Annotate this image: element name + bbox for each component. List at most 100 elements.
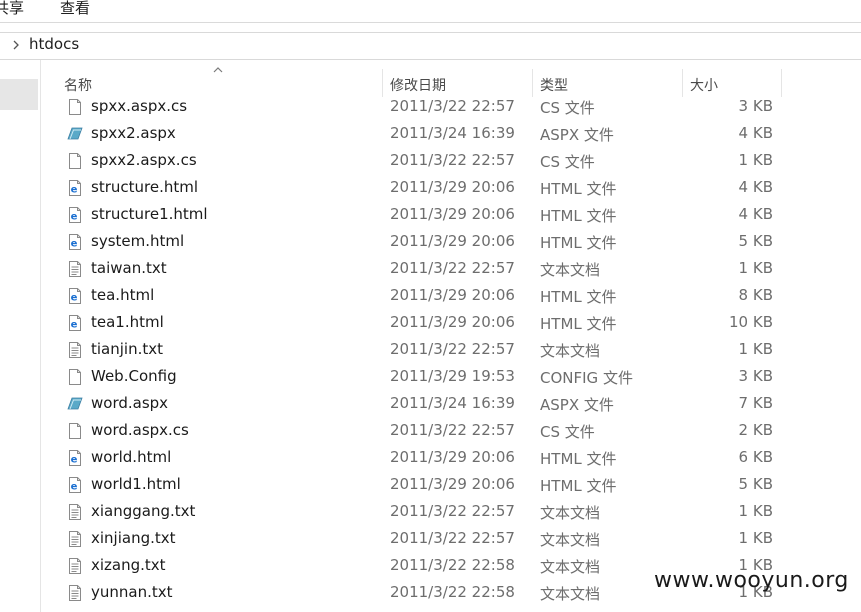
file-icon — [69, 99, 81, 115]
file-modified-date: 2011/3/29 20:06 — [390, 286, 515, 304]
file-size: 6 KB — [738, 448, 773, 466]
file-type: 文本文档 — [540, 558, 601, 576]
file-modified-date: 2011/3/29 20:06 — [390, 178, 515, 196]
html-file-icon: e — [69, 180, 81, 196]
nav-selected-item[interactable] — [0, 79, 38, 110]
column-date-header[interactable]: 修改日期 — [383, 69, 532, 97]
ribbon-tabs: 共享 查看 — [0, 0, 861, 22]
file-type: HTML 文件 — [540, 180, 617, 198]
text-file-icon — [69, 504, 81, 520]
file-size: 2 KB — [738, 421, 773, 439]
navigation-pane[interactable] — [0, 60, 41, 612]
file-modified-date: 2011/3/24 16:39 — [390, 394, 515, 412]
svg-text:e: e — [71, 185, 78, 196]
file-type: 文本文档 — [540, 531, 601, 549]
file-row[interactable]: spxx2.aspx 2011/3/24 16:39 ASPX 文件 4 KB — [40, 121, 861, 148]
html-file-icon: e — [69, 234, 81, 250]
column-name-header[interactable]: 名称 — [40, 67, 382, 97]
file-row[interactable]: spxx2.aspx.cs 2011/3/22 22:57 CS 文件 1 KB — [40, 148, 861, 175]
file-row[interactable]: e structure1.html 2011/3/29 20:06 HTML 文件 4 … — [40, 202, 861, 229]
file-size: 7 KB — [738, 394, 773, 412]
svg-text:e: e — [71, 212, 78, 223]
file-row[interactable]: word.aspx 2011/3/24 16:39 ASPX 文件 7 KB — [40, 391, 861, 418]
file-name: yunnan.txt — [91, 583, 173, 601]
svg-text:e: e — [71, 320, 78, 331]
file-name: system.html — [91, 232, 185, 250]
file-row[interactable]: e tea.html 2011/3/29 20:06 HTML 文件 8 KB — [40, 283, 861, 310]
text-file-icon — [69, 585, 81, 601]
file-row[interactable]: xinjiang.txt 2011/3/22 22:57 文本文档 1 KB — [40, 526, 861, 553]
svg-text:e: e — [71, 293, 78, 304]
file-type: HTML 文件 — [540, 288, 617, 306]
aspx-file-icon — [67, 397, 83, 410]
ribbon-tab-view[interactable]: 查看 — [60, 0, 90, 18]
file-name: world.html — [91, 448, 172, 466]
file-type: 文本文档 — [540, 504, 601, 522]
file-modified-date: 2011/3/29 20:06 — [390, 232, 515, 250]
file-type: CS 文件 — [540, 423, 595, 441]
file-row[interactable]: e tea1.html 2011/3/29 20:06 HTML 文件 10 KB — [40, 310, 861, 337]
file-modified-date: 2011/3/22 22:57 — [390, 421, 515, 439]
file-size: 5 KB — [738, 232, 773, 250]
file-modified-date: 2011/3/24 16:39 — [390, 124, 515, 142]
file-modified-date: 2011/3/29 20:06 — [390, 313, 515, 331]
file-type: ASPX 文件 — [540, 126, 614, 144]
file-size: 3 KB — [738, 97, 773, 115]
file-name: Web.Config — [91, 367, 177, 385]
file-modified-date: 2011/3/29 20:06 — [390, 205, 515, 223]
file-name: spxx2.aspx — [91, 124, 176, 142]
html-file-icon: e — [69, 288, 81, 304]
file-type: HTML 文件 — [540, 450, 617, 468]
file-modified-date: 2011/3/22 22:58 — [390, 583, 515, 601]
file-size: 8 KB — [738, 286, 773, 304]
column-header: 名称 修改日期 类型 大小 — [40, 67, 861, 97]
chevron-right-icon[interactable] — [8, 36, 24, 54]
text-file-icon — [69, 531, 81, 547]
address-bar[interactable]: htdocs — [0, 32, 861, 60]
file-row[interactable]: word.aspx.cs 2011/3/22 22:57 CS 文件 2 KB — [40, 418, 861, 445]
column-size-header[interactable]: 大小 — [683, 69, 781, 97]
file-type: 文本文档 — [540, 342, 601, 360]
column-date-label: 修改日期 — [390, 78, 446, 94]
file-name: tea.html — [91, 286, 155, 304]
file-row[interactable]: tianjin.txt 2011/3/22 22:57 文本文档 1 KB — [40, 337, 861, 364]
column-name-label: 名称 — [64, 78, 92, 94]
ribbon-tab-share[interactable]: 共享 — [0, 0, 24, 18]
text-file-icon — [69, 342, 81, 358]
file-row[interactable]: xianggang.txt 2011/3/22 22:57 文本文档 1 KB — [40, 499, 861, 526]
file-size: 1 KB — [738, 340, 773, 358]
html-file-icon: e — [69, 477, 81, 493]
file-row[interactable]: taiwan.txt 2011/3/22 22:57 文本文档 1 KB — [40, 256, 861, 283]
file-modified-date: 2011/3/22 22:57 — [390, 529, 515, 547]
file-row[interactable]: Web.Config 2011/3/29 19:53 CONFIG 文件 3 KB — [40, 364, 861, 391]
file-size: 4 KB — [738, 205, 773, 223]
column-type-label: 类型 — [540, 78, 568, 94]
file-list[interactable]: spxx.aspx.cs 2011/3/22 22:57 CS 文件 3 KB spxx… — [40, 94, 861, 612]
file-name: structure.html — [91, 178, 199, 196]
column-type-header[interactable]: 类型 — [533, 69, 682, 97]
breadcrumb-htdocs[interactable]: htdocs — [29, 35, 79, 53]
file-modified-date: 2011/3/22 22:57 — [390, 97, 515, 115]
file-modified-date: 2011/3/29 19:53 — [390, 367, 515, 385]
file-icon — [69, 369, 81, 385]
file-size: 4 KB — [738, 124, 773, 142]
file-row[interactable]: e world.html 2011/3/29 20:06 HTML 文件 6 KB — [40, 445, 861, 472]
file-row[interactable]: spxx.aspx.cs 2011/3/22 22:57 CS 文件 3 KB — [40, 94, 861, 121]
file-type: 文本文档 — [540, 585, 601, 603]
file-name: tea1.html — [91, 313, 164, 331]
file-row[interactable]: e system.html 2011/3/29 20:06 HTML 文件 5 KB — [40, 229, 861, 256]
file-name: word.aspx — [91, 394, 169, 412]
html-file-icon: e — [69, 450, 81, 466]
file-type: HTML 文件 — [540, 315, 617, 333]
file-size: 1 KB — [738, 502, 773, 520]
file-row[interactable]: e world1.html 2011/3/29 20:06 HTML 文件 5 KB — [40, 472, 861, 499]
file-name: structure1.html — [91, 205, 208, 223]
file-row[interactable]: e structure.html 2011/3/29 20:06 HTML 文件 4 K… — [40, 175, 861, 202]
file-name: spxx.aspx.cs — [91, 97, 188, 115]
column-separator[interactable] — [781, 69, 782, 97]
file-modified-date: 2011/3/22 22:57 — [390, 502, 515, 520]
column-size-label: 大小 — [690, 78, 718, 94]
file-modified-date: 2011/3/22 22:57 — [390, 259, 515, 277]
file-type: CS 文件 — [540, 153, 595, 171]
file-modified-date: 2011/3/22 22:57 — [390, 151, 515, 169]
